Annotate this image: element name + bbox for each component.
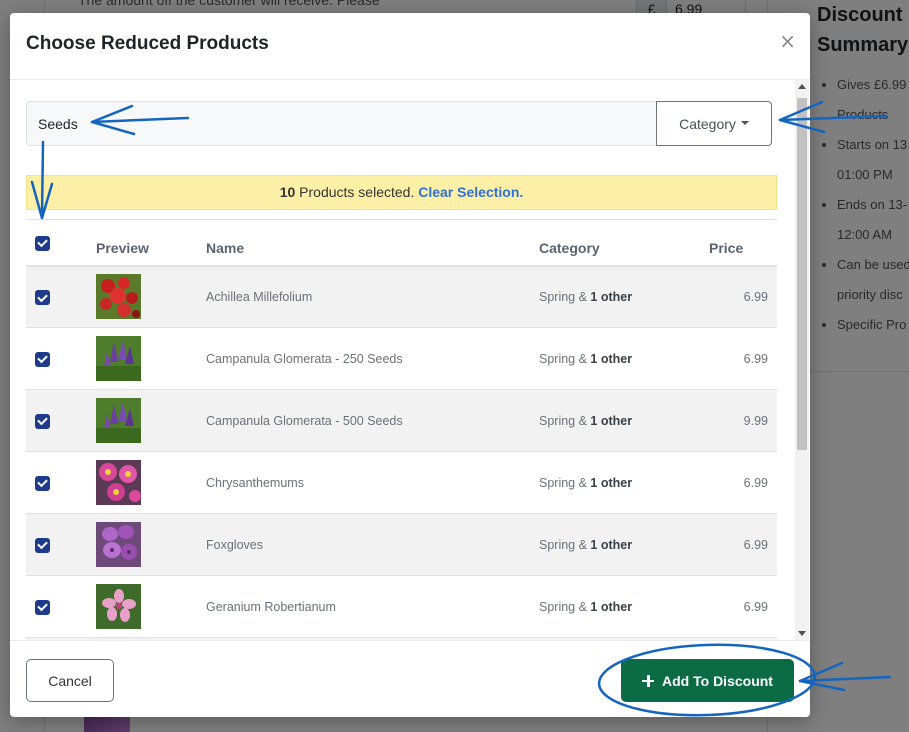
- clear-selection-link[interactable]: Clear Selection.: [418, 184, 523, 200]
- product-category-extra: 1 other: [590, 413, 633, 428]
- row-checkbox[interactable]: [35, 599, 50, 615]
- row-checkbox[interactable]: [35, 290, 50, 305]
- header-preview: Preview: [96, 219, 206, 267]
- product-price: 6.99: [709, 513, 777, 576]
- header-price[interactable]: Price: [709, 219, 777, 267]
- table-header-row: Preview Name Category Price: [26, 219, 777, 267]
- product-price: 6.99: [709, 575, 777, 638]
- selection-alert: 10 Products selected. Clear Selection.: [26, 175, 777, 210]
- select-all-checkbox[interactable]: [35, 235, 50, 251]
- product-category-extra: 1 other: [590, 289, 633, 304]
- product-name: Foxgloves: [206, 513, 539, 576]
- product-name: Campanula Glomerata - 500 Seeds: [206, 389, 539, 452]
- product-category: Spring &: [539, 537, 591, 552]
- scroll-thumb[interactable]: [797, 98, 807, 450]
- table-row[interactable]: Campanula Glomerata - 250 Seeds Spring &…: [26, 327, 777, 390]
- product-category-extra: 1 other: [590, 599, 633, 614]
- product-category: Spring &: [539, 351, 591, 366]
- table-row[interactable]: Foxgloves Spring & 1 other 6.99: [26, 513, 777, 576]
- add-to-discount-label: Add To Discount: [662, 672, 773, 689]
- close-icon[interactable]: ×: [779, 29, 796, 53]
- red-flower-thumb: [96, 274, 141, 320]
- purple-bellflower-thumb: [96, 398, 141, 443]
- modal-footer: Cancel Add To Discount: [10, 640, 810, 717]
- scroll-down-arrow-icon[interactable]: [798, 631, 806, 636]
- product-category: Spring &: [539, 413, 591, 428]
- header-name[interactable]: Name: [206, 219, 539, 267]
- product-category: Spring &: [539, 289, 591, 304]
- table-row[interactable]: Geranium Robertianum Spring & 1 other 6.…: [26, 575, 777, 638]
- product-price: 6.99: [709, 327, 777, 390]
- selected-text: Products selected.: [295, 184, 419, 200]
- product-category: Spring &: [539, 599, 591, 614]
- table-row[interactable]: Chrysanthemums Spring & 1 other 6.99: [26, 451, 777, 514]
- choose-products-modal: Choose Reduced Products × Category 10 Pr…: [10, 13, 810, 717]
- product-price: 6.99: [709, 265, 777, 328]
- product-name: Achillea Millefolium: [206, 265, 539, 328]
- modal-scrollbar[interactable]: [795, 80, 809, 640]
- row-checkbox[interactable]: [35, 537, 50, 553]
- product-name: Campanula Glomerata - 250 Seeds: [206, 327, 539, 390]
- modal-header: Choose Reduced Products ×: [10, 13, 810, 80]
- product-category-extra: 1 other: [590, 351, 633, 366]
- search-input[interactable]: [26, 101, 656, 146]
- row-checkbox[interactable]: [35, 413, 50, 429]
- caret-down-icon: [740, 120, 749, 125]
- table-row[interactable]: Achillea Millefolium Spring & 1 other 6.…: [26, 265, 777, 328]
- select-all-cell: [26, 219, 96, 267]
- purple-bellflower-thumb: [96, 336, 141, 381]
- product-category-extra: 1 other: [590, 475, 633, 490]
- header-category[interactable]: Category: [539, 219, 709, 267]
- search-row: Category: [26, 101, 772, 146]
- foxglove-thumb: [96, 522, 141, 567]
- category-dropdown-button[interactable]: Category: [656, 101, 772, 146]
- add-to-discount-button[interactable]: Add To Discount: [621, 659, 794, 702]
- product-name: Chrysanthemums: [206, 451, 539, 514]
- modal-title: Choose Reduced Products: [26, 33, 269, 54]
- product-category: Spring &: [539, 475, 591, 490]
- row-checkbox[interactable]: [35, 475, 50, 491]
- product-category-extra: 1 other: [590, 537, 633, 552]
- scroll-up-arrow-icon[interactable]: [798, 84, 806, 89]
- category-dropdown-label: Category: [679, 115, 736, 132]
- product-name: Geranium Robertianum: [206, 575, 539, 638]
- modal-body: Category 10 Products selected. Clear Sel…: [10, 80, 810, 640]
- pink-geranium-thumb: [96, 584, 141, 629]
- cancel-button[interactable]: Cancel: [26, 659, 114, 702]
- row-checkbox[interactable]: [35, 351, 50, 367]
- product-price: 6.99: [709, 451, 777, 514]
- product-price: 9.99: [709, 389, 777, 452]
- selected-count: 10: [279, 184, 296, 200]
- products-table: Preview Name Category Price Achillea Mil…: [26, 219, 777, 640]
- table-row[interactable]: Campanula Glomerata - 500 Seeds Spring &…: [26, 389, 777, 452]
- pink-daisy-thumb: [96, 460, 141, 505]
- plus-icon: [642, 674, 655, 687]
